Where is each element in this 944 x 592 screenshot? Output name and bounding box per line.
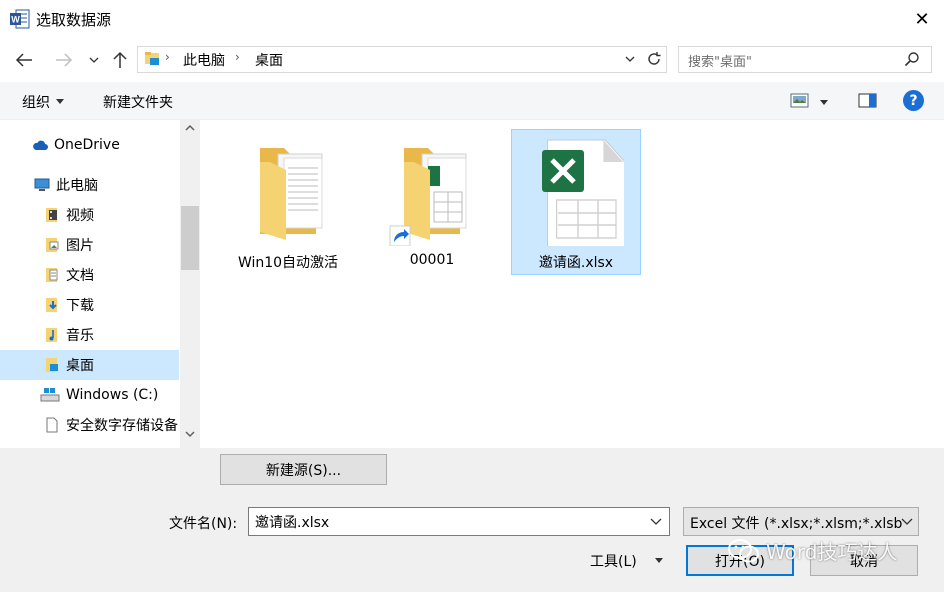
caret-down-icon: [654, 558, 663, 563]
computer-icon: [34, 178, 50, 191]
sidebar-scroll-thumb[interactable]: [181, 206, 199, 270]
scroll-up-icon[interactable]: [180, 122, 200, 140]
chevron-down-icon: [625, 56, 635, 62]
chevron-down-icon: [901, 518, 913, 525]
sidebar-item-label: 音乐: [66, 328, 94, 344]
sidebar-item-sd-card[interactable]: 安全数字存储设备: [0, 410, 179, 440]
file-item-00001[interactable]: 00001: [367, 130, 497, 276]
breadcrumb-separator-icon: ›: [165, 50, 170, 64]
filename-label: 文件名(N):: [169, 516, 238, 532]
drive-icon: [40, 388, 60, 402]
close-icon: ✕: [914, 8, 930, 30]
sidebar-item-label: 安全数字存储设备: [66, 418, 178, 434]
sidebar-item-label: 图片: [66, 238, 94, 254]
refresh-icon: [648, 52, 661, 65]
watermark-text: Word技巧达人: [766, 540, 898, 564]
window-title: 选取数据源: [36, 11, 112, 29]
caret-down-icon: [820, 100, 828, 105]
desktop-folder-icon: [144, 50, 160, 66]
sidebar-item-downloads[interactable]: 下载: [0, 290, 179, 320]
sidebar-item-videos[interactable]: 视频: [0, 200, 179, 230]
desktop-folder-icon: [46, 358, 58, 372]
help-button[interactable]: ?: [903, 90, 924, 111]
excel-file-icon: [528, 136, 628, 249]
search-icon[interactable]: [904, 51, 920, 67]
tools-button[interactable]: 工具(L): [590, 551, 663, 571]
breadcrumb-desktop[interactable]: 桌面: [255, 50, 283, 70]
wechat-icon: [728, 538, 759, 562]
preview-pane-icon: [858, 93, 877, 108]
sidebar-item-desktop[interactable]: 桌面: [0, 350, 179, 380]
caret-down-icon: [56, 99, 64, 104]
documents-folder-icon: [46, 268, 58, 282]
file-label: 邀请函.xlsx: [538, 255, 614, 271]
title-bar: [0, 0, 944, 38]
new-source-button[interactable]: 新建源(S)...: [220, 454, 387, 485]
sidebar-item-label: Windows (C:): [66, 387, 159, 403]
breadcrumb-this-pc[interactable]: 此电脑: [183, 50, 225, 70]
file-type-dropdown-button[interactable]: [901, 514, 915, 528]
arrow-left-icon: [15, 53, 32, 67]
shortcut-folder-icon: [384, 136, 480, 247]
scroll-down-icon[interactable]: [180, 428, 200, 446]
organize-button[interactable]: 组织: [22, 92, 64, 112]
view-icon: [790, 93, 809, 108]
filename-input[interactable]: [248, 507, 670, 536]
change-view-button[interactable]: [790, 92, 810, 110]
navigation-pane: OneDrive 此电脑 视频 图片 文档 下载 音乐 桌面 Windows (…: [0, 120, 200, 448]
sidebar-item-windows-c[interactable]: Windows (C:): [0, 380, 179, 410]
file-label: Win10自动激活: [237, 255, 339, 271]
arrow-right-icon: [56, 53, 73, 67]
address-dropdown-button[interactable]: [620, 50, 640, 68]
sidebar-item-music[interactable]: 音乐: [0, 320, 179, 350]
file-type-select[interactable]: Excel 文件 (*.xlsx;*.xlsm;*.xlsb: [683, 507, 919, 536]
sidebar-item-label: 此电脑: [56, 178, 98, 194]
tools-label: 工具(L): [590, 554, 637, 570]
view-dropdown-button[interactable]: [820, 94, 832, 106]
downloads-folder-icon: [46, 298, 57, 312]
watermark: Word技巧达人: [728, 536, 897, 565]
organize-label: 组织: [22, 95, 50, 111]
sidebar-item-documents[interactable]: 文档: [0, 260, 179, 290]
sidebar-item-label: 下载: [66, 298, 94, 314]
arrow-up-icon: [113, 51, 127, 68]
forward-button[interactable]: [50, 44, 78, 76]
help-icon: ?: [909, 92, 918, 109]
sidebar-item-label: 视频: [66, 208, 94, 224]
video-folder-icon: [46, 208, 57, 222]
file-item-win10[interactable]: Win10自动激活: [223, 130, 353, 276]
folder-icon: [240, 136, 336, 246]
file-label: 00001: [409, 252, 455, 268]
new-folder-button[interactable]: 新建文件夹: [103, 92, 173, 112]
refresh-button[interactable]: [643, 48, 665, 70]
preview-pane-button[interactable]: [858, 92, 878, 110]
app-icon-letter: W: [11, 15, 20, 25]
search-placeholder: 搜索"桌面": [688, 55, 752, 70]
back-button[interactable]: [10, 44, 38, 76]
close-button[interactable]: ✕: [900, 4, 944, 34]
sidebar-item-this-pc[interactable]: 此电脑: [0, 170, 179, 200]
sidebar-item-onedrive[interactable]: OneDrive: [0, 130, 179, 160]
chevron-down-icon: [650, 518, 662, 525]
sidebar-scrollbar[interactable]: [180, 120, 200, 448]
up-button[interactable]: [106, 44, 134, 76]
sidebar-item-label: 桌面: [66, 358, 94, 374]
word-app-icon: W: [10, 9, 30, 29]
music-folder-icon: [46, 328, 57, 342]
breadcrumb-separator-icon[interactable]: ›: [235, 50, 247, 66]
sidebar-item-pictures[interactable]: 图片: [0, 230, 179, 260]
recent-locations-button[interactable]: [86, 44, 102, 76]
file-item-invitation-xlsx[interactable]: 邀请函.xlsx: [511, 129, 641, 275]
filename-dropdown-button[interactable]: [650, 514, 664, 528]
sidebar-item-label: 文档: [66, 268, 94, 284]
sidebar-item-label: OneDrive: [54, 137, 120, 153]
sd-card-icon: [46, 417, 58, 433]
cloud-icon: [33, 140, 48, 150]
pictures-folder-icon: [46, 238, 59, 252]
chevron-down-icon: [89, 57, 99, 63]
